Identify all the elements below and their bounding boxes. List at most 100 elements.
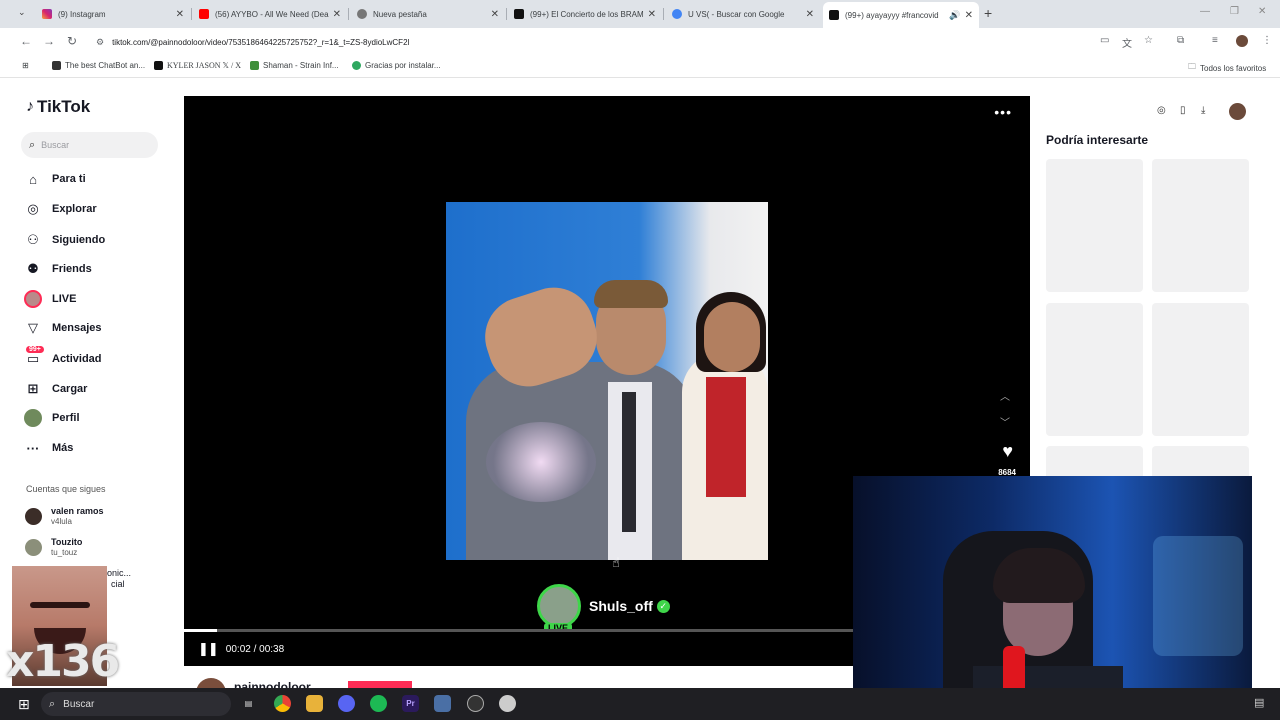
task-view-icon[interactable]: ▤ (240, 695, 257, 712)
explore-icon[interactable]: ◎ (1157, 105, 1166, 116)
tiktok-logo[interactable]: ♪ TikTok (26, 97, 90, 117)
premiere-icon[interactable]: Pr (402, 695, 419, 712)
bookmark-label: Gracias por instalar... (365, 61, 441, 70)
cast-icon[interactable]: ▭ (1100, 35, 1109, 46)
nav-label: Explorar (52, 203, 97, 215)
tab-close-icon[interactable]: ✕ (333, 9, 341, 20)
maximize-icon[interactable]: ❐ (1230, 6, 1239, 17)
live-badge[interactable]: LIVE Shuls_off ✓ (537, 584, 670, 633)
more-options-icon[interactable]: ••• (994, 104, 1012, 120)
tab-close-icon[interactable]: ✕ (806, 9, 814, 20)
calculator-icon[interactable] (434, 695, 451, 712)
extensions-icon[interactable]: ⧉ (1177, 35, 1184, 46)
folder-icon: 🗀 (1188, 62, 1196, 71)
video-frame[interactable] (446, 202, 768, 560)
recommendation-card[interactable] (1046, 159, 1143, 292)
reload-icon[interactable]: ↻ (67, 34, 77, 48)
pause-icon[interactable]: ❚❚ (198, 641, 219, 657)
nav-live[interactable]: LIVE (24, 288, 164, 310)
tab-instagram[interactable]: (9) Instagram ✕ (36, 4, 190, 24)
recommendation-card[interactable] (1046, 303, 1143, 436)
obs-icon[interactable] (467, 695, 484, 712)
apps-grid-icon[interactable]: ⊞ (22, 61, 29, 70)
all-bookmarks[interactable]: 🗀 Todos los favoritos (1188, 61, 1266, 75)
windows-start-icon[interactable]: ⊞ (18, 696, 30, 713)
tab-close-icon[interactable]: ✕ (491, 9, 499, 20)
tab-close-icon[interactable]: ✕ (176, 9, 184, 20)
tab-tiktok-concierto[interactable]: (99+) El Concierto de los BRAM ✕ (508, 4, 662, 24)
file-explorer-icon[interactable] (306, 695, 323, 712)
video-figure-hair (594, 280, 668, 308)
taskbar-search[interactable]: ⌕ Buscar (41, 692, 231, 716)
tab-title: Nueva pestaña (373, 9, 427, 19)
spotify-icon[interactable] (370, 695, 387, 712)
upload-icon: ⊞ (27, 381, 39, 396)
discord-icon[interactable] (338, 695, 355, 712)
nav-explorar[interactable]: ◎ Explorar (24, 198, 164, 220)
tab-new[interactable]: Nueva pestaña ✕ (351, 4, 505, 24)
account-partial-handle: cial (111, 579, 125, 589)
tab-search-dropdown-icon[interactable]: ⌄ (18, 7, 26, 18)
new-tab-icon[interactable]: + (984, 5, 992, 21)
tab-tiktok-active[interactable]: (99+) ayayayyy #francovid 🔊 ✕ (823, 2, 979, 28)
nav-perfil[interactable]: Perfil (24, 407, 164, 429)
profile-avatar[interactable] (1236, 35, 1248, 47)
close-window-icon[interactable]: ✕ (1258, 6, 1266, 17)
nav-mas[interactable]: ··· Más (24, 437, 164, 459)
search-icon: ⌕ (49, 697, 56, 710)
webcam-overlay (853, 476, 1252, 720)
nav-mensajes[interactable]: ▽ Mensajes (24, 317, 164, 339)
nav-friends[interactable]: ⚉ Friends (24, 258, 164, 280)
tab-youtube[interactable]: (56) AYYBO - All We Need (Dea ✕ (193, 4, 347, 24)
tab-google[interactable]: U VS( - Buscar con Google ✕ (666, 4, 820, 24)
menu-icon[interactable]: ⋮ (1262, 35, 1272, 46)
browser-tab-bar: ⌄ (9) Instagram ✕ (56) AYYBO - All We Ne… (0, 0, 1280, 28)
nav-para-ti[interactable]: ⌂ Para ti (24, 168, 164, 190)
account-valen[interactable]: valen ramos v4lula (25, 506, 104, 527)
recommendation-card[interactable] (1152, 159, 1249, 292)
nav-label: Perfil (52, 412, 80, 424)
download-icon[interactable]: ⤓ (1201, 105, 1205, 116)
instagram-icon (42, 9, 52, 19)
bookmark-chatbot[interactable]: The best ChatBot an... (52, 61, 145, 70)
url-field[interactable]: ⚙ tiktok.com/@painnodoloor/video/7535186… (88, 32, 1088, 52)
nav-actividad[interactable]: ▭ 99+ Actividad (24, 346, 164, 370)
back-icon[interactable]: ← (20, 34, 32, 48)
tiktok-note-icon: ♪ (26, 98, 34, 115)
more-icon: ··· (26, 440, 40, 456)
notification-icon[interactable]: ▤ (1254, 696, 1264, 709)
next-video-icon[interactable]: ﹀ (1000, 414, 1010, 429)
like-icon[interactable]: ♥ (1002, 441, 1013, 462)
account-partial-name[interactable]: onic... (107, 568, 131, 578)
address-bar-row: ← → ↻ ⚙ tiktok.com/@painnodoloor/video/7… (0, 28, 1280, 56)
tab-close-icon[interactable]: ✕ (965, 10, 973, 21)
nav-siguiendo[interactable]: ⚇ Siguiendo (24, 229, 164, 251)
nav-label: Actividad (52, 353, 102, 365)
recommendation-card[interactable] (1152, 303, 1249, 436)
bookmarks-bar: ⊞ The best ChatBot an... KYLER JASON 𝕏 /… (0, 56, 1280, 78)
forward-icon[interactable]: → (43, 34, 55, 48)
chrome-taskbar-icon[interactable] (274, 695, 291, 712)
account-touzito[interactable]: Touzito tu_touz (25, 537, 82, 558)
bookmark-shaman[interactable]: Shaman - Strain Inf... (250, 61, 339, 70)
user-avatar[interactable] (1229, 103, 1246, 120)
site-info-icon[interactable]: ⚙ (96, 37, 104, 48)
tab-close-icon[interactable]: ✕ (648, 9, 656, 20)
minimize-icon[interactable]: — (1200, 6, 1210, 17)
tab-title: (99+) El Concierto de los BRAM (530, 9, 644, 19)
tiktok-icon (829, 10, 839, 20)
media-control-icon[interactable]: ≡ (1212, 35, 1218, 46)
shield-app-icon[interactable] (499, 695, 516, 712)
device-icon[interactable]: ▯ (1180, 105, 1186, 116)
webcam-drums (1153, 536, 1243, 656)
bookmark-kyler[interactable]: KYLER JASON 𝕏 / X (154, 61, 241, 70)
url-text: tiktok.com/@painnodoloor/video/753518646… (112, 37, 410, 47)
translate-icon[interactable]: 文 (1122, 35, 1132, 50)
bookmark-star-icon[interactable]: ☆ (1144, 35, 1153, 46)
speaker-icon[interactable]: 🔊 (949, 10, 960, 21)
previous-video-icon[interactable]: ︿ (1000, 388, 1010, 403)
bookmark-gracias[interactable]: Gracias por instalar... (352, 61, 441, 70)
search-input[interactable]: ⌕ Buscar (21, 132, 158, 158)
nav-cargar[interactable]: ⊞ Cargar (24, 378, 164, 400)
video-time: 00:02 / 00:38 (225, 643, 285, 655)
